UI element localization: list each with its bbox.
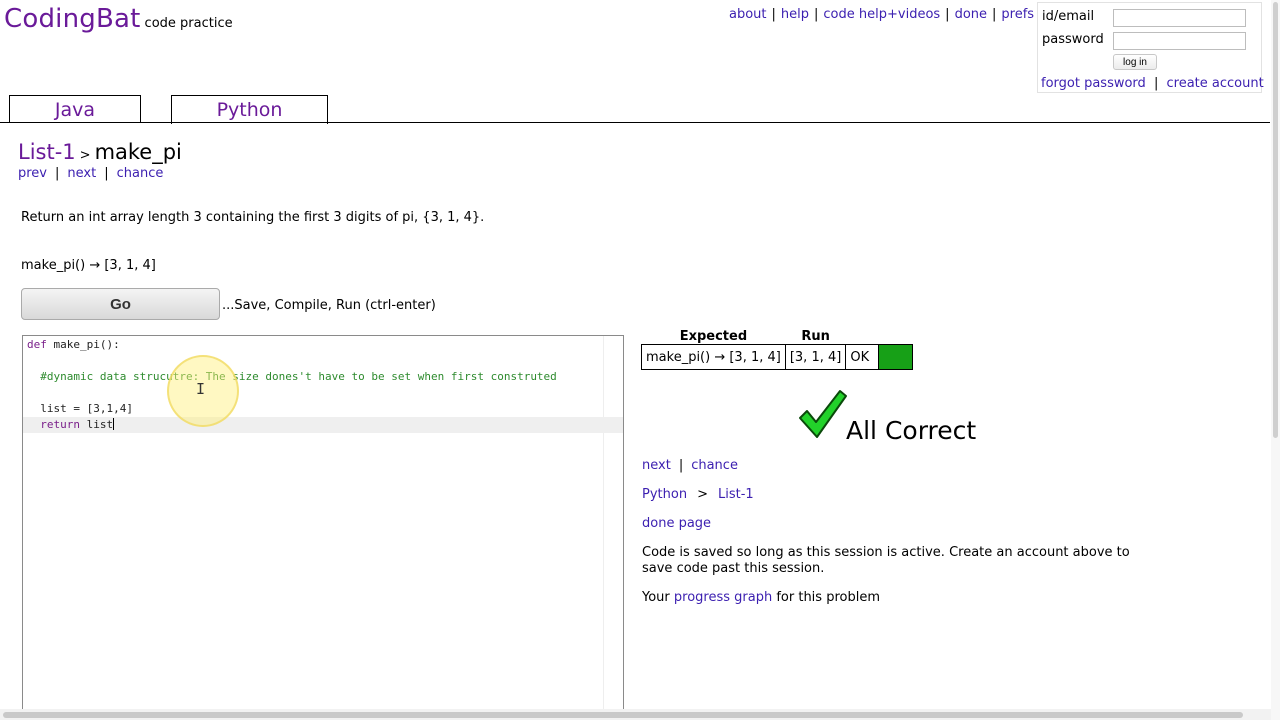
nav-done[interactable]: done (955, 7, 987, 22)
nav-about[interactable]: about (729, 7, 767, 22)
problem-title: List-1 > make_pi (18, 140, 182, 164)
run-header: Run (801, 328, 830, 344)
tab-java[interactable]: Java (9, 95, 141, 123)
email-label: id/email (1042, 9, 1095, 24)
go-button[interactable]: Go (21, 288, 220, 320)
progress-line: Your progress graph for this problem (642, 590, 880, 605)
results-table: Expected Run make_pi() → [3, 1, 4] [3, 1… (641, 328, 914, 370)
all-correct-text: All Correct (846, 416, 977, 445)
vertical-scrollbar[interactable] (1271, 0, 1280, 720)
forgot-password-link[interactable]: forgot password (1041, 76, 1146, 91)
status-color-cell (878, 344, 914, 370)
vertical-scroll-thumb[interactable] (1273, 2, 1278, 438)
result-nav: next | chance (642, 458, 738, 473)
login-box: id/email password log in forgot password… (1037, 2, 1264, 93)
site-logo[interactable]: CodingBat code practice (4, 4, 233, 34)
result-next-link[interactable]: next (642, 458, 671, 473)
code-line-1: def make_pi(): (27, 338, 120, 351)
horizontal-scroll-thumb[interactable] (3, 712, 1243, 718)
tab-python[interactable]: Python (171, 95, 328, 124)
text-caret (113, 418, 115, 430)
result-chance-link[interactable]: chance (691, 458, 738, 473)
code-line-2: #dynamic data strucutre: The size dones'… (27, 370, 557, 383)
email-field[interactable] (1113, 9, 1246, 27)
status-cell: OK (845, 344, 880, 370)
expected-cell: make_pi() → [3, 1, 4] (641, 344, 786, 370)
tab-divider (0, 122, 1270, 123)
password-label: password (1042, 32, 1104, 47)
table-row: make_pi() → [3, 1, 4] [3, 1, 4] OK (641, 344, 914, 370)
tagline: code practice (144, 16, 233, 31)
prev-link[interactable]: prev (18, 166, 47, 181)
code-line-4: return list (23, 417, 623, 433)
breadcrumb: Python > List-1 (642, 487, 754, 502)
done-page-link[interactable]: done page (642, 516, 711, 531)
nav-prefs[interactable]: prefs (1001, 7, 1034, 22)
next-link[interactable]: next (67, 166, 96, 181)
checkmark-icon (799, 390, 847, 438)
run-cell: [3, 1, 4] (784, 344, 847, 370)
horizontal-scrollbar[interactable] (0, 709, 1271, 720)
progress-graph-link[interactable]: progress graph (674, 590, 772, 605)
code-line-3: list = [3,1,4] (27, 402, 133, 415)
account-links: forgot password | create account (1041, 76, 1264, 91)
password-field[interactable] (1113, 32, 1246, 50)
login-button[interactable]: log in (1113, 54, 1157, 70)
problem-example: make_pi() → [3, 1, 4] (21, 258, 156, 273)
print-margin (603, 336, 604, 716)
expected-header: Expected (679, 328, 748, 344)
section-link[interactable]: List-1 (18, 140, 76, 164)
create-account-link[interactable]: create account (1166, 76, 1263, 91)
all-correct-banner: All Correct (798, 388, 976, 445)
problem-name: make_pi (94, 140, 182, 164)
breadcrumb-list-1[interactable]: List-1 (718, 487, 754, 502)
problem-nav: prev | next | chance (18, 166, 164, 181)
brand-name[interactable]: CodingBat (4, 4, 141, 34)
problem-description: Return an int array length 3 containing … (21, 210, 485, 225)
breadcrumb-python[interactable]: Python (642, 487, 687, 502)
go-hint: ...Save, Compile, Run (ctrl-enter) (222, 298, 436, 313)
top-nav: about | help | code help+videos | done | prefs (729, 7, 1035, 22)
saved-note: Code is saved so long as this session is… (642, 545, 1130, 576)
nav-code-help-videos[interactable]: code help+videos (823, 7, 940, 22)
chance-link[interactable]: chance (117, 166, 164, 181)
done-page-link-wrap: done page (642, 516, 711, 531)
nav-help[interactable]: help (781, 7, 809, 22)
code-editor[interactable]: def make_pi(): #dynamic data strucutre: … (22, 335, 624, 716)
